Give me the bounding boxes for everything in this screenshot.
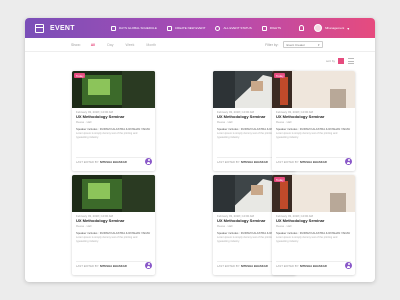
creator-label: LAST EDITED BY: — [217, 264, 241, 268]
creator-label: LAST EDITED BY: — [276, 160, 300, 164]
top-nav-bar: EVENT DAYS GLOBAL SCHEDULE CREATE NEW EV… — [25, 18, 375, 38]
nav-label: RIGHTS — [269, 26, 282, 30]
event-creator: LAST EDITED BY: NITESHA BHASKAR — [76, 264, 127, 268]
event-speakers: Speaker includes : RUPAM KALASTRA & ROSH… — [76, 231, 151, 235]
event-creator: LAST EDITED BY: NITESHA BHASKAR — [76, 160, 127, 164]
nav-create-new-event[interactable]: CREATE NEW EVENT — [166, 25, 206, 31]
divider — [76, 261, 151, 262]
status-badge: Today — [74, 73, 86, 79]
nav-days-global-schedule[interactable]: DAYS GLOBAL SCHEDULE — [111, 25, 157, 31]
creator-name: NITESHA BHASKAR — [99, 264, 127, 268]
event-creator: LAST EDITED BY: NITESHA BHASKAR — [276, 160, 327, 164]
event-card[interactable]: Today February 03, 2018 | 10:00 AM UX Me… — [72, 71, 155, 171]
user-icon[interactable] — [345, 158, 352, 165]
grid-icon[interactable] — [338, 58, 344, 64]
event-card[interactable]: Today February 03, 2018 | 10:00 AM UX Me… — [272, 175, 355, 275]
event-title[interactable]: UX Methodology Seminar — [217, 218, 265, 223]
creator-name: NITESHA BHASKAR — [299, 264, 327, 268]
event-meta: Reesa · Hall — [276, 120, 292, 124]
event-card[interactable]: Today February 03, 2018 | 10:00 AM UX Me… — [272, 71, 355, 171]
divider — [276, 261, 351, 262]
brand-name: EVENT — [50, 24, 75, 32]
tab-all[interactable]: All — [91, 43, 95, 47]
divider — [276, 157, 351, 158]
event-card[interactable]: February 03, 2018 | 10:00 AM UX Methodol… — [72, 175, 155, 275]
creator-label: LAST EDITED BY: — [276, 264, 300, 268]
user-icon[interactable] — [145, 158, 152, 165]
event-description: Lorem ipsum is simply dummy text of the … — [76, 132, 138, 139]
chevron-down-icon[interactable]: ▾ — [347, 26, 349, 31]
event-title[interactable]: UX Methodology Seminar — [217, 114, 265, 119]
filter-value: Event Creator — [286, 42, 306, 47]
event-meta: Reesa · Hall — [76, 224, 92, 228]
creator-name: NITESHA BHASKAR — [240, 264, 268, 268]
creator-name: NITESHA BHASKAR — [299, 160, 327, 164]
filter-bar: Show: All Day Week Month Filter by: Even… — [25, 38, 375, 52]
bell-icon[interactable] — [299, 25, 305, 31]
event-description: Lorem ipsum is simply dummy text of the … — [76, 236, 138, 243]
nav-rights[interactable]: RIGHTS — [261, 25, 282, 31]
tab-day[interactable]: Day — [107, 43, 113, 47]
event-meta: Reesa · Hall — [76, 120, 92, 124]
event-creator: LAST EDITED BY: NITESHA BHASKAR — [217, 160, 268, 164]
nav-label: ALL EVENT STATUS — [223, 26, 252, 30]
tab-month[interactable]: Month — [146, 43, 156, 47]
event-meta: Reesa · Hall — [217, 224, 233, 228]
event-title[interactable]: UX Methodology Seminar — [276, 218, 324, 223]
event-creator: LAST EDITED BY: NITESHA BHASKAR — [276, 264, 327, 268]
status-badge: Today — [274, 177, 286, 183]
nav-label: CREATE NEW EVENT — [174, 26, 206, 30]
creator-label: LAST EDITED BY: — [76, 264, 100, 268]
nav-all-event-status[interactable]: ALL EVENT STATUS — [215, 25, 252, 31]
event-title[interactable]: UX Methodology Seminar — [276, 114, 324, 119]
people-icon — [215, 25, 221, 31]
creator-label: LAST EDITED BY: — [217, 160, 241, 164]
show-label: Show: — [71, 42, 81, 47]
event-speakers: Speaker includes : RUPAM KALASTRA & ROSH… — [276, 127, 351, 131]
creator-name: NITESHA BHASKAR — [99, 160, 127, 164]
calendar-logo-icon — [35, 23, 44, 33]
event-speakers: Speaker includes : RUPAM KALASTRA & ROSH… — [76, 127, 151, 131]
gift-icon — [261, 25, 267, 31]
nav-label: DAYS GLOBAL SCHEDULE — [119, 26, 157, 30]
event-meta: Reesa · Hall — [276, 224, 292, 228]
event-speakers: Speaker includes : RUPAM KALASTRA & ROSH… — [276, 231, 351, 235]
app-window: EVENT DAYS GLOBAL SCHEDULE CREATE NEW EV… — [25, 18, 375, 282]
event-meta: Reesa · Hall — [217, 120, 233, 124]
filter-select[interactable]: Event Creator ▾ — [282, 41, 323, 48]
event-description: Lorem ipsum is simply dummy text of the … — [276, 236, 338, 243]
calendar-icon — [111, 25, 116, 31]
list-icon[interactable] — [348, 58, 354, 64]
event-description: Lorem ipsum is simply dummy text of the … — [276, 132, 338, 139]
user-icon[interactable] — [145, 262, 152, 269]
creator-label: LAST EDITED BY: — [76, 160, 100, 164]
divider — [76, 157, 151, 158]
view-toggle: sort by — [326, 58, 354, 64]
chevron-down-icon: ▾ — [317, 42, 320, 47]
event-title[interactable]: UX Methodology Seminar — [76, 218, 124, 223]
pencil-icon — [166, 25, 172, 31]
sort-label: sort by — [325, 59, 335, 63]
event-thumbnail — [72, 175, 155, 212]
event-creator: LAST EDITED BY: NITESHA BHASKAR — [217, 264, 268, 268]
user-icon[interactable] — [345, 262, 352, 269]
tab-week[interactable]: Week — [125, 43, 134, 47]
filter-label: Filter by: — [265, 42, 279, 47]
user-name[interactable]: Mhanagement — [325, 26, 344, 30]
brand[interactable]: EVENT — [25, 23, 111, 33]
creator-name: NITESHA BHASKAR — [240, 160, 268, 164]
status-badge: Today — [274, 73, 286, 79]
event-title[interactable]: UX Methodology Seminar — [76, 114, 124, 119]
avatar[interactable] — [314, 24, 323, 32]
